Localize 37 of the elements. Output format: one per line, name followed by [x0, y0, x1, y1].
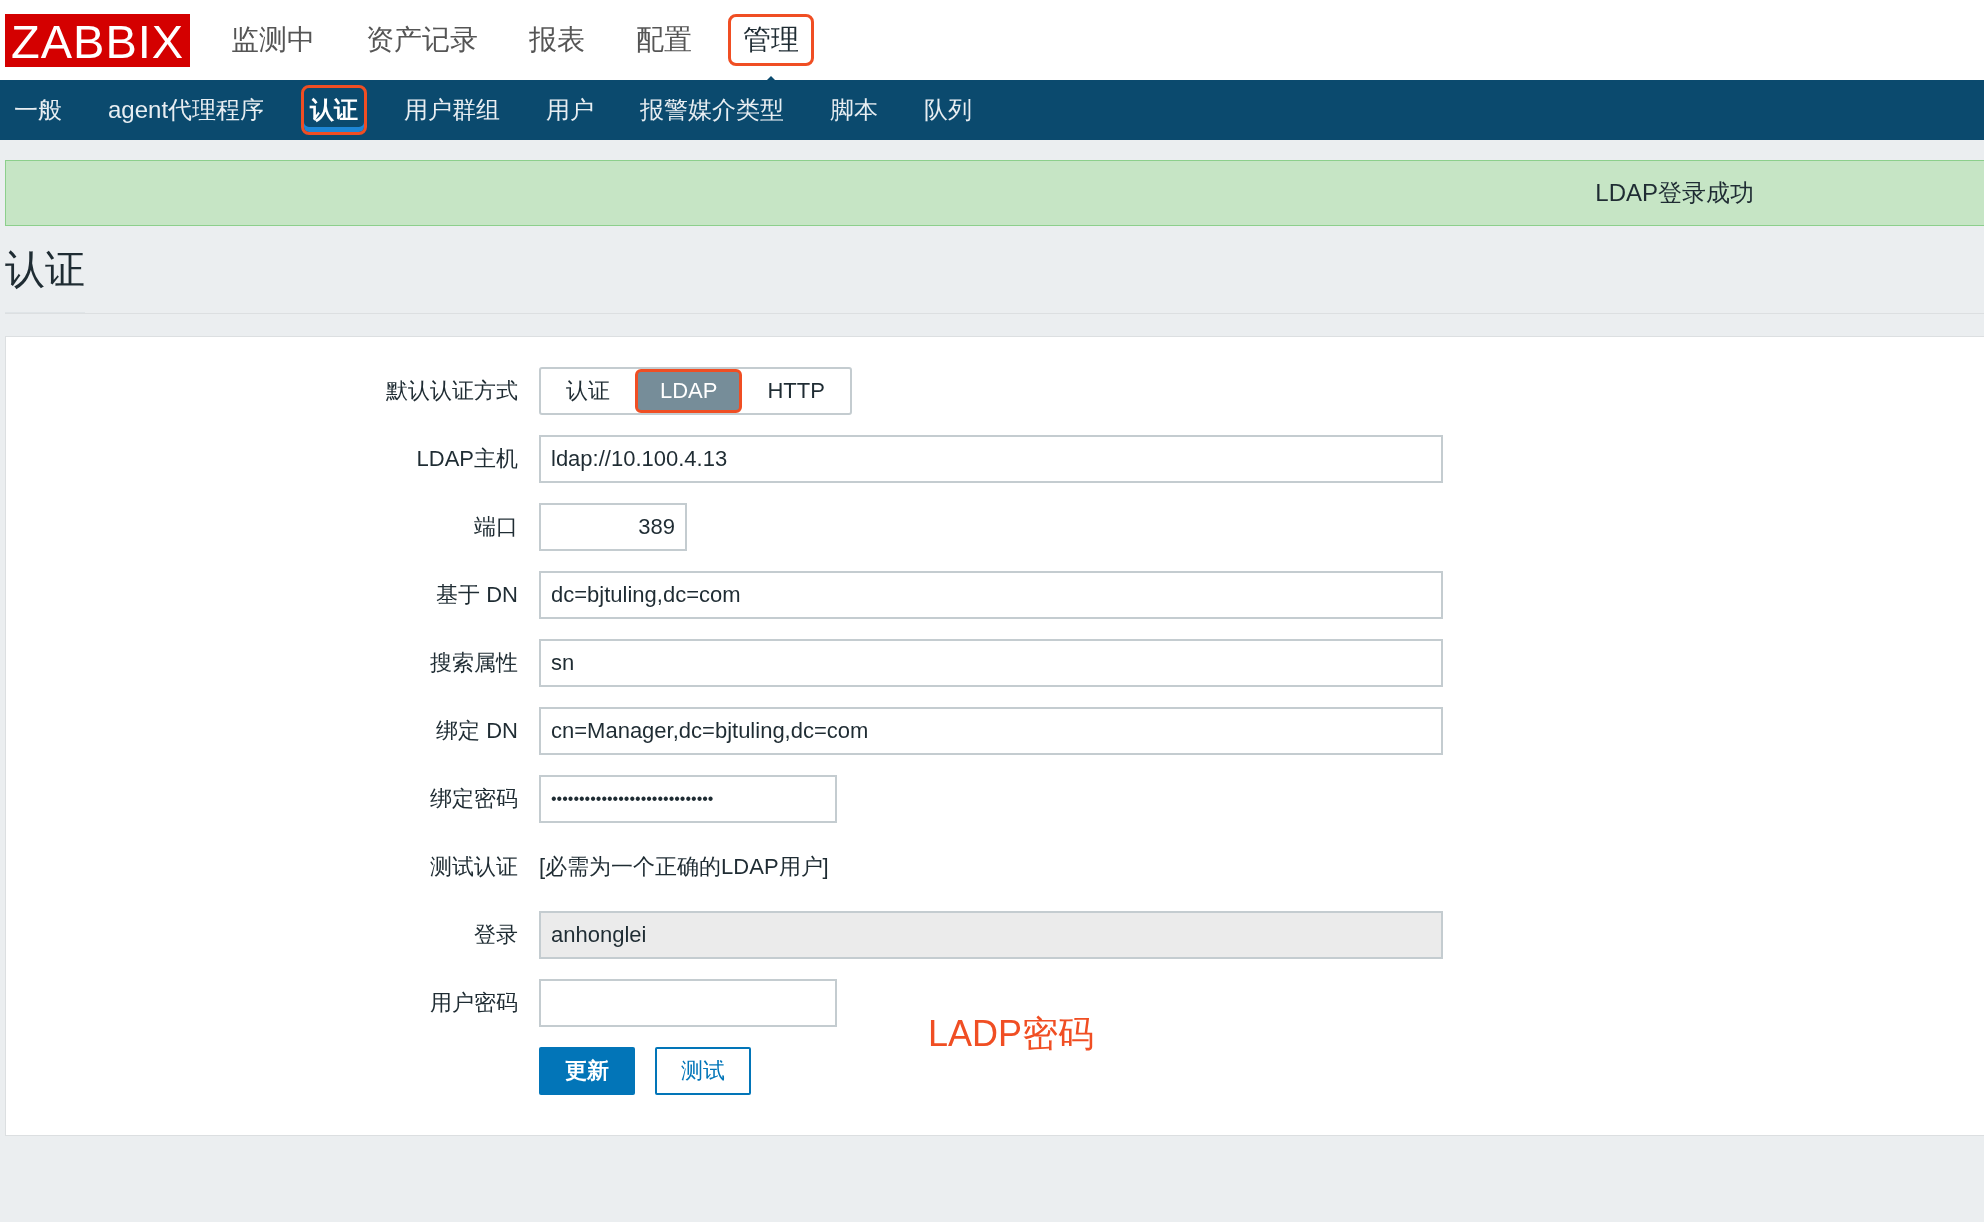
nav-tab[interactable]: 用户群组 — [395, 85, 510, 135]
page-title: 认证 — [5, 226, 85, 313]
menu-item[interactable]: 监测中 — [216, 14, 331, 66]
password-field[interactable]: ••••••••••••••••••••••••••••• — [539, 775, 837, 823]
hint-text: [必需为一个正确的LDAP用户] — [539, 853, 829, 881]
field-label: 测试认证 — [429, 853, 518, 881]
annotation-text: LADP密码 — [928, 1012, 1095, 1056]
field-label: 登录 — [473, 921, 518, 949]
input-field[interactable]: 389 — [539, 503, 687, 551]
nav-tab[interactable]: 认证 — [301, 85, 368, 135]
password-field[interactable] — [539, 979, 837, 1027]
input-field[interactable]: cn=Manager,dc=bjtuling,dc=com — [539, 707, 1443, 755]
field-label: 用户密码 — [429, 989, 518, 1017]
nav-tab[interactable]: 队列 — [915, 85, 982, 135]
field-label: LDAP主机 — [415, 445, 518, 473]
field-label: 基于 DN — [435, 581, 518, 609]
input-field[interactable]: sn — [539, 639, 1443, 687]
field-label: 默认认证方式 — [385, 377, 518, 405]
nav-tab[interactable]: agent代理程序 — [99, 85, 274, 135]
field-label: 绑定密码 — [429, 785, 518, 813]
menu-item[interactable]: 报表 — [514, 14, 601, 66]
menu-item[interactable]: 配置 — [621, 14, 708, 66]
nav-tab[interactable]: 用户 — [537, 85, 604, 135]
field-label: 搜索属性 — [429, 649, 518, 677]
nav-tab[interactable]: 脚本 — [821, 85, 888, 135]
update-button[interactable]: 更新 — [539, 1047, 635, 1095]
nav-tab[interactable]: 一般 — [5, 85, 71, 135]
input-field[interactable]: dc=bjtuling,dc=com — [539, 571, 1443, 619]
nav-tab[interactable]: 报警媒介类型 — [631, 85, 794, 135]
menu-item[interactable]: 资产记录 — [351, 14, 494, 66]
success-message: LDAP登录成功 — [5, 160, 1984, 226]
input-field[interactable]: anhonglei — [539, 911, 1443, 959]
field-label: 绑定 DN — [435, 717, 518, 745]
field-label: 端口 — [473, 513, 518, 541]
logo: ZABBIX — [5, 13, 191, 67]
test-button[interactable]: 测试 — [655, 1047, 751, 1095]
input-field[interactable]: ldap://10.100.4.13 — [539, 435, 1443, 483]
